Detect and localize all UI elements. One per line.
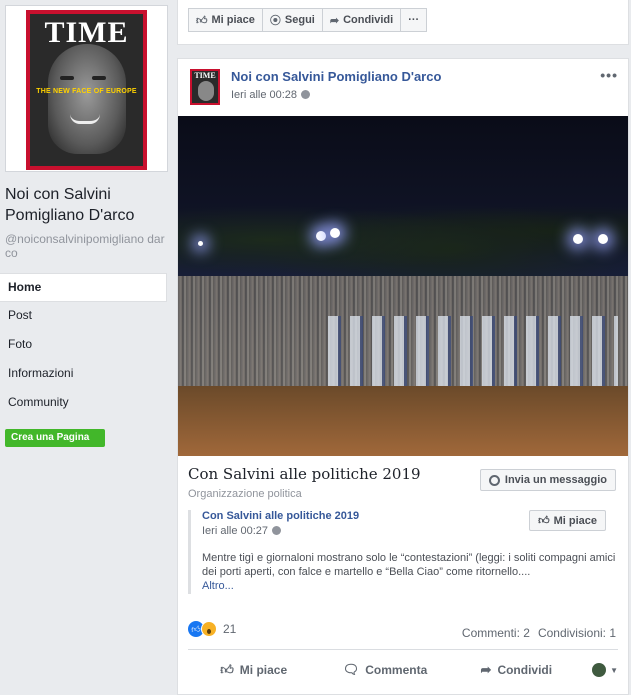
more-options-button[interactable]: ··· — [401, 8, 428, 32]
reactions-summary[interactable]: 👍︎ 21 — [188, 621, 236, 637]
page-name[interactable]: Noi con Salvini Pomigliano D'arco — [5, 184, 170, 226]
post-author-name[interactable]: Noi con Salvini Pomigliano D'arco — [231, 69, 441, 84]
comment-button[interactable]: 🗨︎ Commenta — [319, 662, 450, 678]
engagement-counts: Commenti: 2 Condivisioni: 1 — [462, 626, 616, 640]
cover-tagline: THE NEW FACE OF EUROPE — [36, 88, 137, 95]
page-handle[interactable]: @noiconsalvinipomigliano darco — [5, 232, 170, 260]
nav-item-home[interactable]: Home — [0, 273, 167, 302]
nav-item-post[interactable]: Post — [0, 302, 167, 331]
shared-page-category: Organizzazione politica — [188, 488, 302, 500]
left-sidebar: TIME THE NEW FACE OF EUROPE Noi con Salv… — [0, 0, 175, 695]
post-timestamp[interactable]: Ieri alle 00:28 — [231, 89, 311, 101]
shared-page-title[interactable]: Con Salvini alle politiche 2019 — [188, 465, 421, 483]
post-action-bar: 👍︎ Mi piace 🗨︎ Commenta ➦ Condividi ▼ — [188, 655, 618, 685]
cover-masthead: TIME — [44, 16, 129, 49]
page-action-buttons: 👍︎ Mi piace ⦿ Segui ➦ Condividi ··· — [188, 8, 428, 32]
share-page-button[interactable]: ➦ Condividi — [322, 8, 402, 32]
share-post-button[interactable]: ➦ Condividi — [451, 662, 582, 678]
page-like-button[interactable]: 👍︎ Mi piace — [188, 8, 263, 32]
like-post-button[interactable]: 👍︎ Mi piace — [188, 662, 319, 678]
post-options-button[interactable]: ••• — [600, 67, 618, 83]
quoted-post-author[interactable]: Con Salvini alle politiche 2019 — [202, 510, 359, 522]
profile-picture[interactable]: TIME THE NEW FACE OF EUROPE — [5, 5, 168, 172]
post-author-avatar[interactable]: TIME — [190, 69, 220, 105]
page-actions-card: 👍︎ Mi piace ⦿ Segui ➦ Condividi ··· — [177, 0, 629, 45]
wow-reaction-icon — [201, 621, 217, 637]
nav-item-community[interactable]: Community — [0, 389, 167, 418]
post-photo[interactable] — [178, 116, 628, 456]
reactions-count: 21 — [223, 622, 237, 636]
create-page-button[interactable]: Crea una Pagina — [5, 429, 105, 447]
thumbs-up-icon: 👍︎ — [538, 515, 550, 527]
globe-icon — [301, 90, 311, 99]
post-card: TIME Noi con Salvini Pomigliano D'arco I… — [177, 58, 629, 695]
rss-icon: ⦿ — [269, 15, 281, 27]
divider — [188, 649, 618, 650]
acting-as-selector[interactable]: ▼ — [582, 663, 618, 677]
quoted-page-like-button[interactable]: 👍︎ Mi piace — [529, 510, 606, 531]
cover-face — [48, 44, 126, 154]
globe-icon — [272, 526, 282, 535]
share-arrow-icon: ➦ — [480, 662, 492, 677]
avatar — [592, 663, 607, 677]
page-nav: Home Post Foto Informazioni Community — [0, 273, 167, 418]
time-cover-image: TIME THE NEW FACE OF EUROPE — [26, 10, 147, 170]
see-more-link[interactable]: Altro... — [202, 580, 234, 592]
messenger-icon — [488, 474, 500, 486]
thumbs-up-icon: 👍︎ — [220, 662, 234, 677]
follow-button[interactable]: ⦿ Segui — [262, 8, 323, 32]
comment-bubble-icon: 🗨︎ — [342, 662, 360, 677]
shares-count[interactable]: Condivisioni: 1 — [538, 626, 616, 640]
comments-count[interactable]: Commenti: 2 — [462, 626, 530, 640]
nav-item-informazioni[interactable]: Informazioni — [0, 360, 167, 389]
caret-down-icon: ▼ — [610, 665, 618, 675]
quoted-post: Con Salvini alle politiche 2019 Ieri all… — [188, 510, 616, 594]
send-message-button[interactable]: Invia un messaggio — [479, 469, 616, 491]
nav-item-foto[interactable]: Foto — [0, 331, 167, 360]
share-arrow-icon: ➦ — [329, 14, 340, 27]
thumbs-up-icon: 👍︎ — [196, 14, 208, 27]
quoted-post-text: Mentre tigì e giornaloni mostrano solo l… — [202, 552, 616, 592]
quoted-post-timestamp[interactable]: Ieri alle 00:27 — [202, 525, 282, 537]
